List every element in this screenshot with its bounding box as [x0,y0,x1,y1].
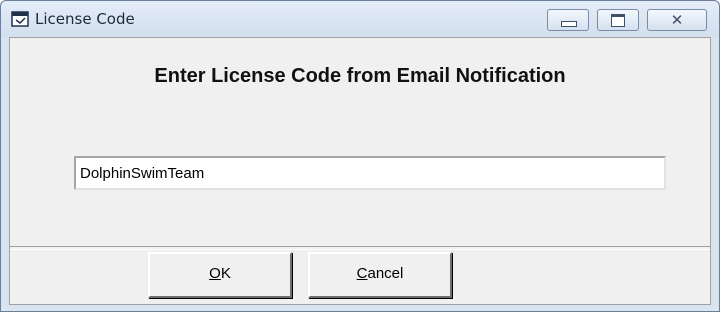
license-code-window: License Code ✕ Enter License Code from E… [0,0,720,312]
ok-button-label: K [220,265,231,282]
button-area-divider [10,246,710,250]
dialog-client-area: Enter License Code from Email Notificati… [9,37,711,305]
cancel-button-label: ancel [367,265,404,282]
close-button[interactable]: ✕ [647,9,707,31]
window-title: License Code [35,10,135,28]
ok-button-accelerator: O [209,265,221,282]
license-code-input[interactable] [74,156,666,190]
dialog-heading: Enter License Code from Email Notificati… [154,65,566,87]
title-bar[interactable]: License Code ✕ [1,1,719,37]
cancel-button-accelerator: C [356,265,368,282]
maximize-button[interactable] [597,9,639,31]
close-icon: ✕ [670,11,684,29]
ok-button[interactable]: OK [148,252,292,298]
minimize-button[interactable] [547,9,589,31]
cancel-button[interactable]: Cancel [308,252,452,298]
application-window-icon [11,11,29,27]
